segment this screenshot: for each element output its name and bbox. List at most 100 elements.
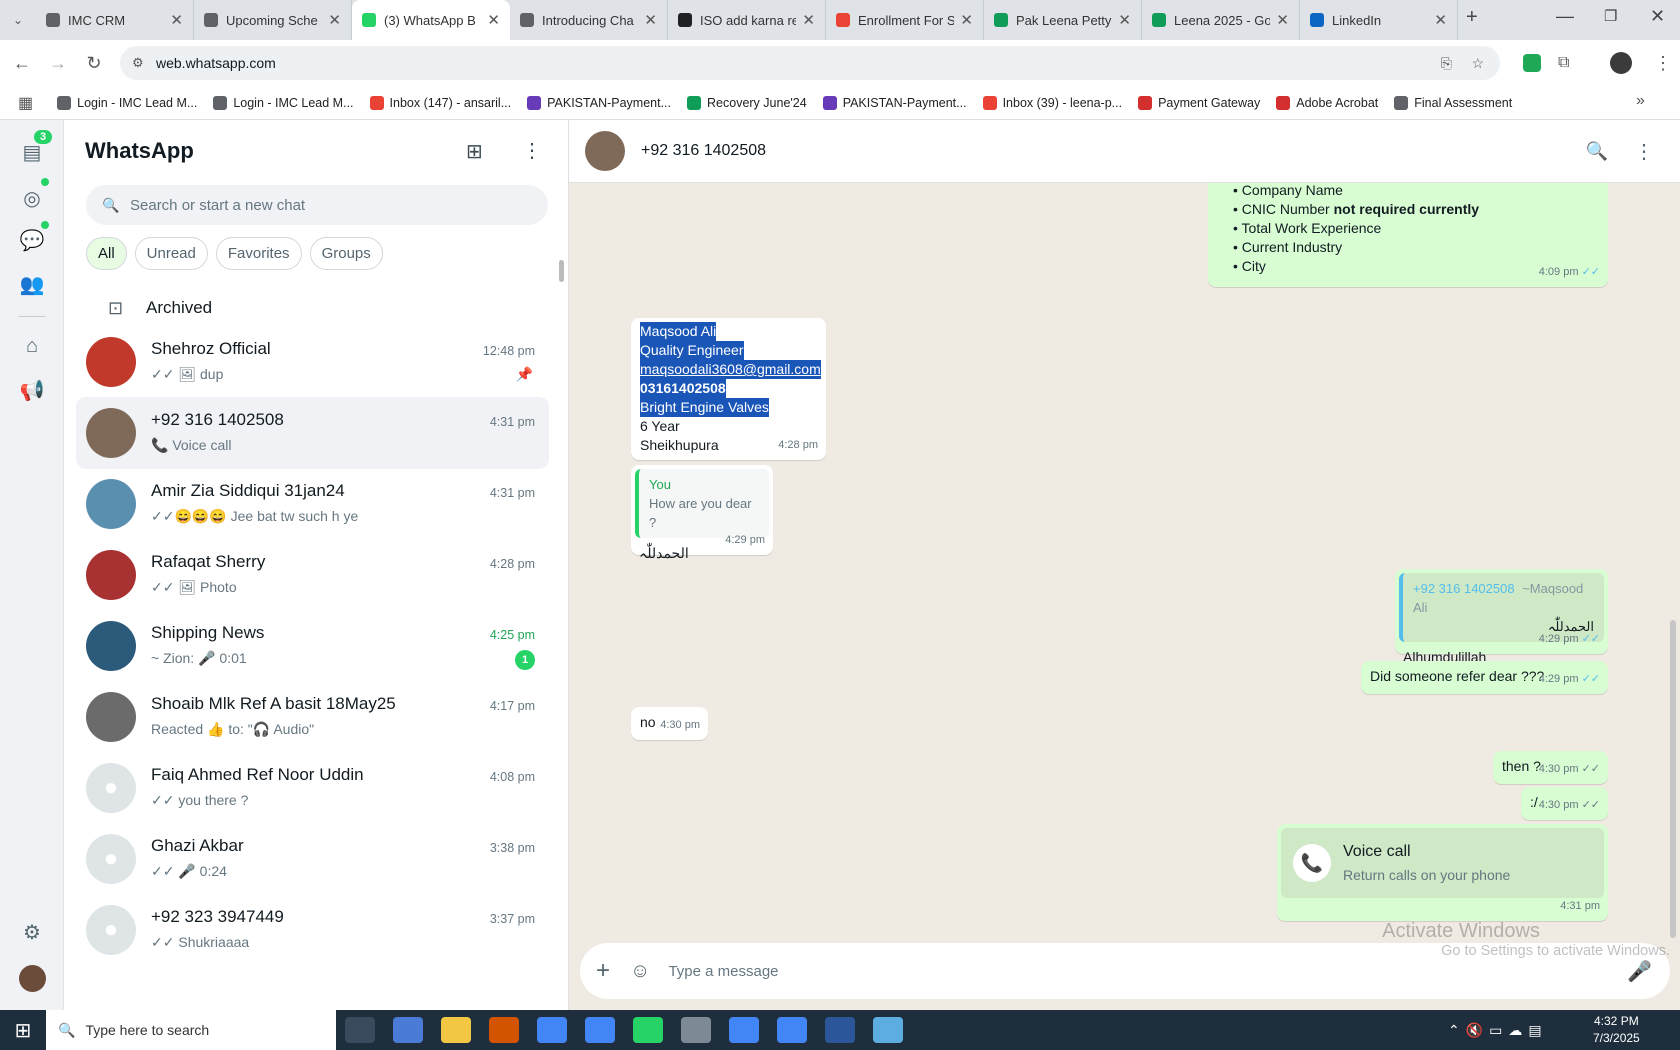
extensions-puzzle-icon[interactable]: ⧉	[1558, 54, 1569, 72]
browser-tab[interactable]: IMC CRM ✕	[36, 0, 194, 40]
attach-plus-icon[interactable]: +	[596, 957, 610, 985]
email-link[interactable]: maqsoodali3608@gmail.com	[640, 360, 821, 379]
bookmark-item[interactable]: Inbox (147) - ansaril...	[369, 95, 511, 110]
apps-grid-icon[interactable]: ▦	[18, 93, 33, 113]
site-info-icon[interactable]: ⚙	[132, 55, 144, 71]
message-bubble-incoming[interactable]: You How are you dear ? الحمدللّٰہ 4:29 p…	[631, 465, 773, 561]
word-icon[interactable]	[825, 1017, 855, 1043]
chrome-icon[interactable]	[537, 1017, 567, 1043]
filter-chip-all[interactable]: All	[86, 237, 127, 270]
bookmark-item[interactable]: Inbox (39) - leena-p...	[982, 95, 1122, 110]
settings-icon[interactable]: ⚙	[18, 918, 46, 946]
contact-avatar[interactable]	[585, 131, 625, 171]
browser-tab[interactable]: Upcoming Sche ✕	[194, 0, 352, 40]
chrome-icon[interactable]	[777, 1017, 807, 1043]
browser-tab[interactable]: Introducing Cha ✕	[510, 0, 668, 40]
menu-icon[interactable]: ⋮	[522, 138, 542, 163]
browser-tab[interactable]: Enrollment For S ✕	[826, 0, 984, 40]
app-icon[interactable]	[873, 1017, 903, 1043]
chrome-icon[interactable]	[585, 1017, 615, 1043]
search-input[interactable]: 🔍 Search or start a new chat	[86, 185, 548, 225]
chat-list-item[interactable]: ● Faiq Ahmed Ref Noor Uddin ✓✓ you there ?…	[76, 752, 549, 824]
forward-icon[interactable]: →	[40, 53, 76, 74]
tab-close-icon[interactable]: ✕	[170, 11, 183, 29]
browser-tab[interactable]: ISO add karna re ✕	[668, 0, 826, 40]
tab-close-icon[interactable]: ✕	[802, 11, 815, 29]
tab-close-icon[interactable]: ✕	[960, 11, 973, 29]
menu-icon[interactable]: ⋮	[1634, 139, 1654, 164]
filter-chip-favorites[interactable]: Favorites	[215, 237, 302, 270]
more-bookmarks-icon[interactable]: »	[1636, 92, 1645, 110]
voice-call-card[interactable]: 📞 Voice call Return calls on your phone	[1281, 828, 1604, 898]
url-input[interactable]: ⚙ web.whatsapp.com ⎘ ☆	[120, 46, 1500, 80]
system-tray[interactable]: ⌃🔇▭☁▤	[1448, 1022, 1548, 1039]
message-bubble-outgoing[interactable]: :/ 4:30 pm ✓✓	[1521, 787, 1608, 820]
message-bubble-outgoing[interactable]: +92 316 1402508 ~Maqsood Ali الحمدللّٰہ …	[1395, 569, 1608, 665]
bookmark-star-icon[interactable]: ☆	[1471, 55, 1484, 72]
chrome-icon[interactable]	[729, 1017, 759, 1043]
emoji-icon[interactable]: ☺	[630, 960, 650, 983]
chat-list-item[interactable]: Rafaqat Sherry ✓✓ 🖼 Photo 4:28 pm	[76, 539, 549, 611]
message-bubble-outgoing[interactable]: then ? 4:30 pm ✓✓	[1493, 751, 1608, 784]
chat-list-item[interactable]: Shipping News ~ Zion: 🎤 0:01 4:25 pm 1	[76, 610, 549, 682]
status-icon[interactable]: ◎	[18, 184, 46, 212]
bookmark-item[interactable]: Recovery June'24	[687, 95, 807, 110]
chat-list-item[interactable]: Shoaib Mlk Ref A basit 18May25 Reacted 👍 …	[76, 681, 549, 753]
tab-search-icon[interactable]: ⌄	[0, 0, 36, 40]
communities-icon[interactable]: 👥	[18, 270, 46, 298]
browser-tab[interactable]: Pak Leena Petty ✕	[984, 0, 1142, 40]
new-tab-button[interactable]: +	[1466, 6, 1478, 29]
ads-megaphone-icon[interactable]: 📢	[18, 376, 46, 404]
tab-close-icon[interactable]: ✕	[1276, 11, 1289, 29]
browser-tab[interactable]: LinkedIn ✕	[1300, 0, 1458, 40]
tab-close-icon[interactable]: ✕	[1434, 11, 1447, 29]
close-window-button[interactable]: ✕	[1650, 6, 1665, 27]
filter-chip-groups[interactable]: Groups	[309, 237, 383, 270]
profile-avatar[interactable]	[19, 965, 46, 992]
tab-close-icon[interactable]: ✕	[487, 11, 500, 29]
clock[interactable]: 4:32 PM 7/3/2025	[1593, 1013, 1640, 1047]
minimize-button[interactable]: —	[1556, 6, 1574, 27]
install-app-icon[interactable]: ⎘	[1441, 55, 1452, 72]
bookmark-item[interactable]: Final Assessment	[1394, 95, 1512, 110]
channels-icon[interactable]: 💬	[18, 226, 46, 254]
bookmark-item[interactable]: Payment Gateway	[1138, 95, 1260, 110]
new-chat-icon[interactable]: ⊞	[466, 139, 483, 164]
chat-list-item[interactable]: ● +92 323 3947449 ✓✓ Shukriaaaa 3:37 pm	[76, 894, 549, 966]
bookmark-item[interactable]: Login - IMC Lead M...	[57, 95, 197, 110]
message-bubble-outgoing[interactable]: • Company Name • CNIC Number not require…	[1208, 183, 1608, 287]
bookmark-item[interactable]: PAKISTAN-Payment...	[527, 95, 671, 110]
browser-tab[interactable]: Leena 2025 - Go ✕	[1142, 0, 1300, 40]
chat-list-item[interactable]: Shehroz Official ✓✓ 🖼 dup 12:48 pm 📌	[76, 326, 549, 398]
microphone-icon[interactable]: 🎤	[1627, 959, 1652, 984]
start-button[interactable]: ⊞	[0, 1018, 46, 1043]
contact-name[interactable]: +92 316 1402508	[641, 142, 766, 160]
task-view-icon[interactable]	[345, 1017, 375, 1043]
bookmark-item[interactable]: Login - IMC Lead M...	[213, 95, 354, 110]
bookmark-item[interactable]: Adobe Acrobat	[1276, 95, 1378, 110]
bookmark-item[interactable]: PAKISTAN-Payment...	[822, 95, 967, 110]
chat-list-item[interactable]: +92 316 1402508 📞 Voice call 4:31 pm	[76, 397, 549, 469]
chat-list-scrollbar[interactable]	[559, 260, 564, 282]
chat-list-item[interactable]: Amir Zia Siddiqui 31jan24 ✓✓😄😄😄 Jee bat t…	[76, 468, 549, 540]
tab-close-icon[interactable]: ✕	[328, 11, 341, 29]
taskbar-search[interactable]: 🔍 Type here to search	[46, 1010, 336, 1050]
search-icon[interactable]: 🔍	[1586, 141, 1608, 162]
conversation-scrollbar[interactable]	[1670, 620, 1676, 938]
back-icon[interactable]: ←	[4, 53, 40, 74]
profile-avatar[interactable]	[1610, 52, 1632, 74]
app-icon[interactable]	[489, 1017, 519, 1043]
copilot-icon[interactable]	[393, 1017, 423, 1043]
reload-icon[interactable]: ↻	[76, 53, 112, 74]
tab-close-icon[interactable]: ✕	[644, 11, 657, 29]
browser-menu-icon[interactable]: ⋮	[1654, 53, 1672, 74]
file-explorer-icon[interactable]	[441, 1017, 471, 1043]
voice-call-bubble[interactable]: 📞 Voice call Return calls on your phone …	[1277, 824, 1608, 921]
catalog-store-icon[interactable]: ⌂	[18, 332, 46, 360]
message-bubble-outgoing[interactable]: Did someone refer dear ??? 4:29 pm ✓✓	[1361, 661, 1608, 694]
filter-chip-unread[interactable]: Unread	[134, 237, 208, 270]
message-bubble-incoming[interactable]: Maqsood Ali Quality Engineer maqsoodali3…	[631, 318, 826, 460]
message-input[interactable]: Type a message	[668, 963, 1627, 980]
quoted-message[interactable]: You How are you dear ?	[635, 469, 769, 538]
extension-icon[interactable]	[1523, 54, 1541, 72]
